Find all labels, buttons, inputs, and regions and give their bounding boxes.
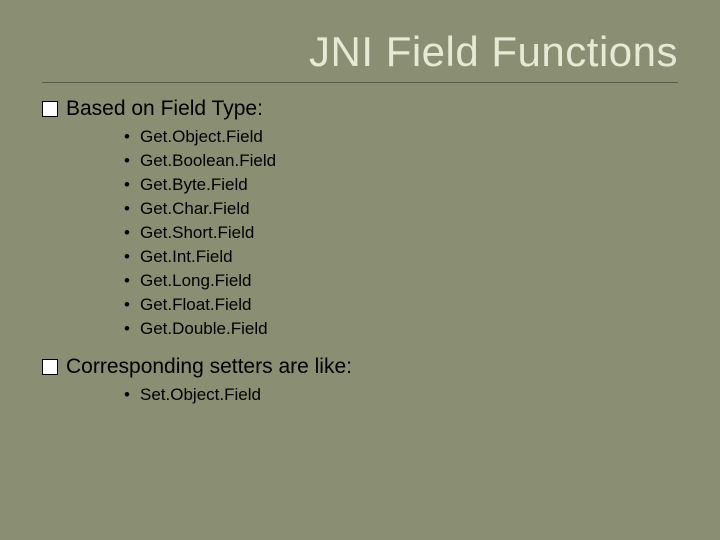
checkbox-icon: [42, 101, 58, 117]
list-item: Get.Object.Field: [124, 125, 678, 149]
list-item: Get.Double.Field: [124, 317, 678, 341]
list-item: Get.Boolean.Field: [124, 149, 678, 173]
list-item: Get.Long.Field: [124, 269, 678, 293]
list-item: Get.Int.Field: [124, 245, 678, 269]
outline-heading: Based on Field Type:: [66, 97, 263, 121]
outline-item-based-on: Based on Field Type:: [42, 97, 678, 121]
outline-heading: Corresponding setters are like:: [66, 355, 352, 379]
list-item: Get.Byte.Field: [124, 173, 678, 197]
slide-title: JNI Field Functions: [42, 18, 678, 83]
list-item: Get.Char.Field: [124, 197, 678, 221]
setters-list: Set.Object.Field: [84, 383, 678, 407]
checkbox-icon: [42, 359, 58, 375]
list-item: Set.Object.Field: [124, 383, 678, 407]
outline-item-setters: Corresponding setters are like:: [42, 355, 678, 379]
list-item: Get.Float.Field: [124, 293, 678, 317]
field-type-list: Get.Object.Field Get.Boolean.Field Get.B…: [84, 125, 678, 341]
list-item: Get.Short.Field: [124, 221, 678, 245]
slide: JNI Field Functions Based on Field Type:…: [0, 0, 720, 540]
